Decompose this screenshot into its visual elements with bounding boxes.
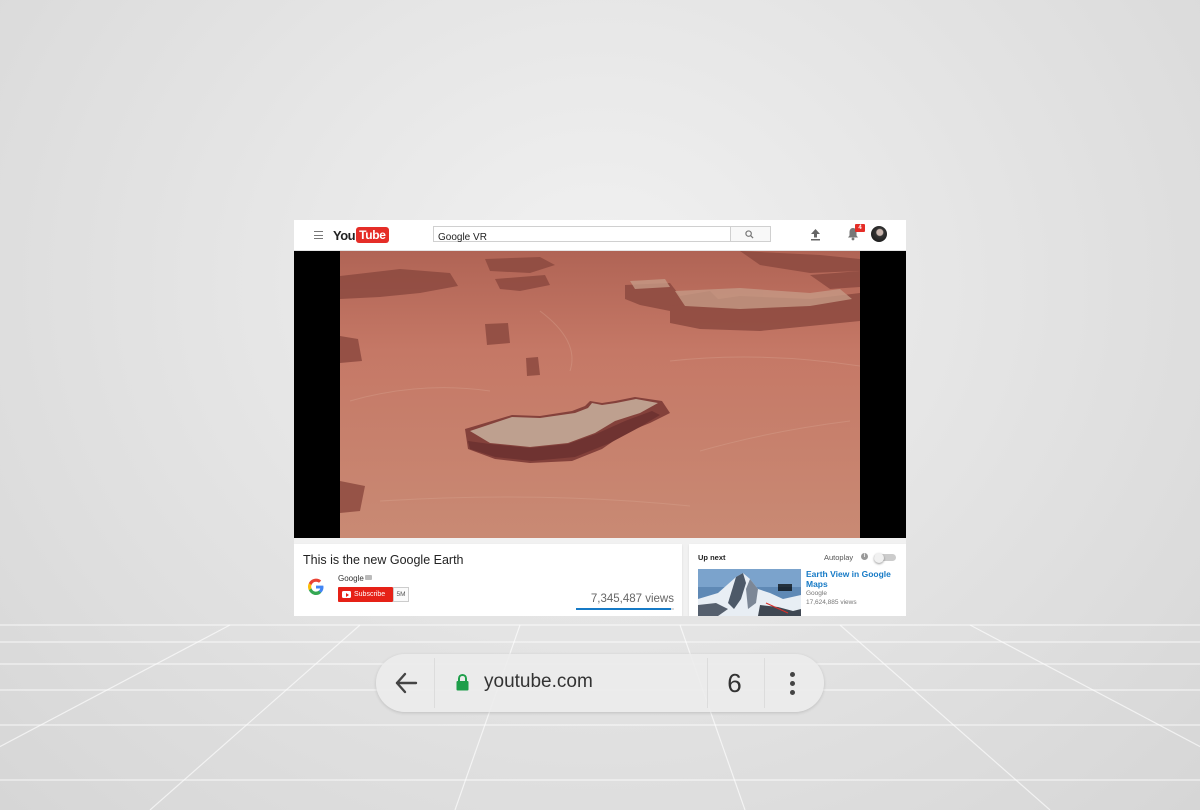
subscribe-label: Subscribe (354, 591, 386, 598)
recommended-video-views: 17,624,885 views (806, 599, 857, 606)
info-icon[interactable]: i (861, 553, 868, 560)
search-input[interactable] (434, 230, 732, 245)
subscriber-count: 5M (393, 587, 409, 602)
toggle-knob (874, 552, 884, 563)
subscribe-button[interactable]: Subscribe (338, 587, 393, 602)
logo-you-text: You (333, 227, 356, 243)
divider (434, 658, 435, 708)
more-dot-icon (790, 681, 795, 686)
video-player[interactable] (294, 251, 906, 538)
browser-window: You Tube 4 (294, 220, 906, 616)
back-arrow-icon (395, 672, 418, 694)
more-dot-icon (790, 690, 795, 695)
hamburger-menu-icon[interactable] (314, 231, 323, 239)
duration-badge (778, 584, 792, 591)
up-next-panel: Up next Autoplay i Earth View in Google … (689, 544, 906, 616)
youtube-play-icon (342, 591, 351, 598)
tab-switcher-button[interactable]: 6 (708, 654, 761, 712)
recommended-video-title[interactable]: Earth View in Google Maps (806, 569, 901, 589)
autoplay-toggle[interactable] (874, 552, 896, 563)
browser-url-bar: youtube.com 6 (376, 654, 824, 712)
more-dot-icon (790, 672, 795, 677)
search-button[interactable] (731, 226, 771, 242)
more-options-button[interactable] (766, 654, 818, 712)
upload-icon[interactable] (810, 228, 821, 241)
channel-name[interactable]: Google (338, 574, 364, 583)
user-avatar[interactable] (871, 226, 887, 242)
recommended-video-channel: Google (806, 590, 827, 597)
verified-icon (365, 575, 372, 580)
youtube-logo[interactable]: You Tube (333, 227, 389, 243)
video-title: This is the new Google Earth (303, 553, 464, 567)
google-channel-logo-icon[interactable] (306, 577, 326, 597)
like-bar-fill (576, 608, 671, 610)
autoplay-label: Autoplay (824, 553, 854, 562)
secure-lock-icon (456, 674, 469, 691)
up-next-label: Up next (698, 553, 726, 562)
logo-tube-text: Tube (356, 227, 389, 243)
back-button[interactable] (376, 654, 434, 712)
divider (764, 658, 765, 708)
video-info-card: This is the new Google Earth Google Subs… (294, 544, 682, 616)
video-frame-desert-aerial (340, 251, 860, 538)
view-count: 7,345,487 views (590, 593, 674, 605)
url-display[interactable]: youtube.com (484, 671, 593, 693)
search-icon (745, 230, 754, 239)
search-box (433, 226, 732, 245)
youtube-header: You Tube 4 (294, 220, 906, 251)
recommended-video-thumbnail[interactable] (698, 569, 801, 616)
notification-count-badge: 4 (855, 224, 865, 232)
